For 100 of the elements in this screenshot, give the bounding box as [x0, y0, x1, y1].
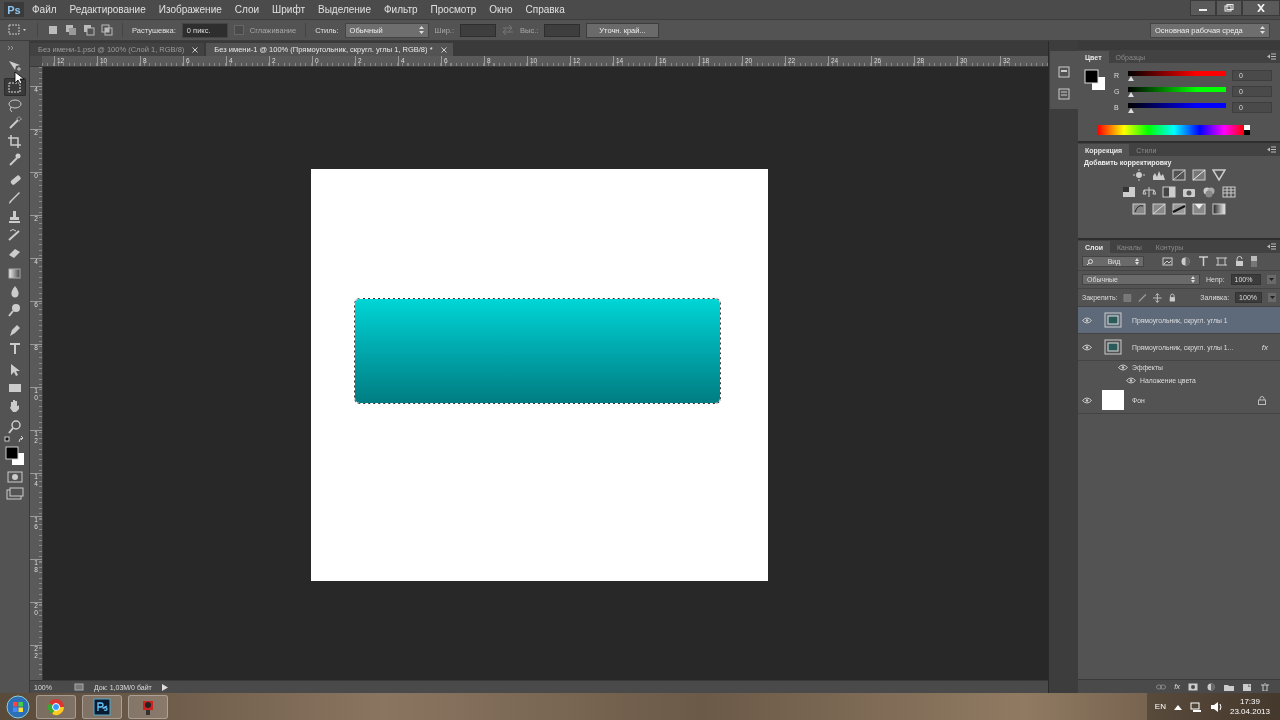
selection-mode-icon[interactable] — [101, 24, 113, 36]
selection-mode-icon[interactable] — [65, 24, 77, 36]
gradient-tool-icon[interactable] — [7, 265, 22, 281]
adjustment-icon[interactable] — [1162, 186, 1176, 198]
menu-item[interactable]: Файл — [32, 4, 57, 15]
effects-label: fx — [1261, 342, 1268, 352]
adjustment-icon[interactable] — [1212, 203, 1226, 215]
height-field[interactable] — [544, 23, 581, 37]
background-layer-thumbnail — [1102, 390, 1124, 410]
close-icon — [1256, 4, 1266, 12]
play-arrow-icon[interactable] — [161, 683, 168, 691]
lock-option-icon[interactable] — [1167, 292, 1177, 303]
quick-select-tool-icon[interactable] — [7, 115, 22, 131]
close-icon[interactable] — [192, 46, 199, 53]
menu-item[interactable]: Изображение — [158, 4, 222, 15]
slider-thumb-icon[interactable] — [1128, 91, 1134, 97]
adjustment-icon[interactable] — [1132, 203, 1146, 215]
layer-mask-icon[interactable] — [1188, 682, 1198, 691]
app-logo: Ps — [4, 2, 24, 17]
adjustment-icon[interactable] — [1122, 186, 1136, 198]
history-brush-tool-icon[interactable] — [7, 226, 22, 242]
layer-filter-icon[interactable] — [1162, 256, 1173, 267]
minimize-button[interactable] — [1190, 0, 1216, 16]
eye-icon[interactable] — [1118, 364, 1128, 371]
selection-mode-icon[interactable] — [47, 24, 59, 36]
type-tool-icon[interactable] — [7, 340, 22, 356]
menu-item[interactable]: Слои — [234, 4, 260, 15]
adjustment-icon[interactable] — [1132, 169, 1146, 181]
marquee-tool-icon[interactable] — [7, 79, 22, 95]
shape-layer-thumbnail — [1104, 339, 1122, 355]
fill-stepper[interactable] — [1268, 293, 1276, 302]
slider-thumb-icon[interactable] — [1128, 107, 1134, 113]
eye-icon[interactable] — [1082, 396, 1092, 404]
shape-layer-thumbnail — [1104, 312, 1122, 328]
recorder-taskbar-button[interactable] — [128, 694, 168, 719]
adjustment-layer-icon[interactable] — [1206, 682, 1216, 691]
adjustment-icon[interactable] — [1172, 203, 1186, 215]
layer-filter-icon[interactable] — [1198, 256, 1209, 267]
width-field[interactable] — [460, 23, 496, 37]
menu-item[interactable]: Редактирование — [69, 4, 146, 15]
menu-item[interactable]: Шрифт — [272, 4, 305, 15]
zoom-tool-icon[interactable] — [7, 418, 22, 434]
trash-icon[interactable] — [1260, 682, 1270, 691]
foreground-background-swatch-icon[interactable] — [1084, 69, 1106, 91]
menu-item[interactable]: Окно — [489, 4, 513, 15]
hand-tool-icon[interactable] — [7, 397, 22, 413]
clock-time[interactable]: 17:39 — [1239, 696, 1260, 707]
close-button[interactable] — [1242, 0, 1280, 16]
menu-item[interactable]: Выделение — [318, 4, 371, 15]
eye-icon[interactable] — [1082, 343, 1092, 351]
history-panel-icon[interactable] — [1056, 65, 1071, 79]
folder-icon[interactable] — [1224, 682, 1234, 691]
eye-icon[interactable] — [1126, 377, 1136, 384]
network-icon[interactable] — [1189, 701, 1202, 712]
stamp-tool-icon[interactable] — [7, 208, 22, 224]
browser-taskbar-button[interactable] — [36, 694, 76, 719]
pen-tool-icon[interactable] — [7, 322, 22, 338]
adjustment-icon[interactable] — [1212, 169, 1226, 181]
menu-item[interactable]: Просмотр — [430, 4, 477, 15]
lock-option-icon[interactable] — [1152, 292, 1162, 303]
caret-icon — [1268, 278, 1274, 281]
menu-item[interactable]: Справка — [525, 4, 565, 15]
eye-icon[interactable] — [1082, 316, 1092, 324]
move-tool-icon[interactable] — [7, 58, 22, 74]
color-swatches-icon[interactable] — [2, 445, 27, 467]
layer-filter-icon[interactable] — [1216, 256, 1227, 267]
language-indicator[interactable]: EN — [1154, 702, 1166, 711]
clock-date[interactable]: 23.04.2013 — [1229, 706, 1270, 717]
new-layer-icon[interactable] — [1242, 682, 1252, 691]
opacity-stepper[interactable] — [1266, 275, 1276, 284]
crop-tool-icon[interactable] — [7, 133, 22, 149]
dodge-tool-icon[interactable] — [7, 301, 22, 317]
photo-editor-taskbar-button[interactable] — [82, 694, 122, 719]
up-arrow-icon[interactable] — [1173, 703, 1182, 710]
close-icon[interactable] — [440, 46, 447, 53]
quick-mask-icon[interactable] — [4, 470, 25, 484]
brush-tool-icon[interactable] — [7, 190, 22, 206]
eyedropper-tool-icon[interactable] — [7, 151, 22, 167]
layer-filter-icon[interactable] — [1180, 256, 1191, 267]
screen-mode-icon[interactable] — [4, 487, 25, 501]
cursor-icon — [14, 71, 24, 85]
adjustment-icon[interactable] — [1202, 186, 1216, 198]
adjustment-icon[interactable] — [1182, 186, 1196, 198]
panel-menu-icon[interactable] — [1267, 243, 1276, 250]
restore-button[interactable] — [1216, 0, 1242, 16]
lock-option-icon[interactable] — [1138, 292, 1147, 303]
slider-thumb-icon[interactable] — [1128, 75, 1134, 81]
start-button-icon[interactable] — [6, 694, 30, 719]
selection-mode-icon[interactable] — [83, 24, 95, 36]
restore-icon — [1224, 4, 1234, 12]
adjustment-icon[interactable] — [1152, 169, 1166, 181]
panel-menu-icon[interactable] — [1267, 53, 1276, 60]
menu-item[interactable]: Фильтр — [384, 4, 418, 15]
volume-icon[interactable] — [1209, 701, 1222, 712]
panel-menu-icon[interactable] — [1267, 146, 1276, 153]
filter-toggle-icon[interactable] — [1251, 256, 1257, 267]
color-spectrum-bar[interactable] — [1098, 125, 1250, 135]
lasso-tool-icon[interactable] — [7, 97, 22, 113]
dropdown-arrows-icon — [418, 25, 424, 34]
layer-filter-icon[interactable] — [1234, 256, 1245, 267]
